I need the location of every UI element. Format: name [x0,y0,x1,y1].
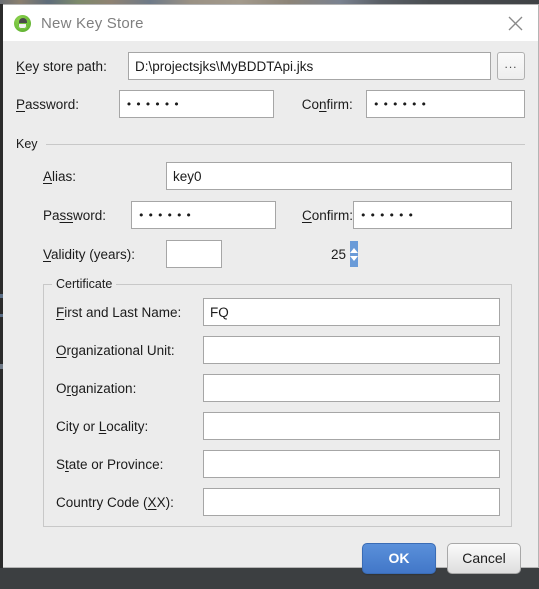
organization-row: Organization: [56,374,500,402]
key-group-header: Key [16,137,525,151]
state-or-province-row: State or Province: [56,450,500,478]
key-store-path-row: Key store path: ... [16,52,525,80]
key-group: Key Alias: Password: Confirm: Validity (… [16,137,525,268]
close-icon[interactable] [492,5,538,41]
organization-label: Organization: [56,380,137,396]
city-or-locality-input[interactable] [203,412,500,440]
validity-stepper[interactable] [166,240,358,268]
key-store-path-input[interactable] [128,52,491,80]
key-alias-input[interactable] [166,162,512,190]
first-and-last-name-label: First and Last Name: [56,304,182,320]
cancel-button[interactable]: Cancel [447,542,521,574]
key-validity-row: Validity (years): [43,240,525,268]
dialog-footer: OK Cancel [3,527,538,589]
certificate-group-title: Certificate [52,277,117,291]
country-code-label: Country Code (XX): [56,494,174,510]
state-or-province-input[interactable] [203,450,500,478]
key-password-row: Password: Confirm: [43,201,525,229]
city-or-locality-row: City or Locality: [56,412,500,440]
key-confirm-input[interactable] [353,201,512,229]
key-group-fields: Alias: Password: Confirm: Validity (year… [16,151,525,268]
organizational-unit-row: Organizational Unit: [56,336,500,364]
dialog-title: New Key Store [41,14,144,32]
key-alias-label: Alias: [43,168,77,184]
new-key-store-dialog: New Key Store Key store path: ... Passwo… [3,4,539,574]
key-store-path-label: Key store path: [16,58,107,74]
validity-stepper-buttons[interactable] [350,241,358,267]
chevron-up-icon[interactable] [350,247,358,253]
certificate-group: Certificate First and Last Name: Organiza… [43,277,512,527]
dialog-content: Key store path: ... Password: Confirm: K… [3,41,538,527]
dialog-titlebar: New Key Store [3,5,538,41]
state-or-province-label: State or Province: [56,456,164,472]
key-store-confirm-input[interactable] [366,90,525,118]
city-or-locality-label: City or Locality: [56,418,149,434]
browse-button[interactable]: ... [497,52,525,80]
key-confirm-label: Confirm: [301,207,353,223]
first-and-last-name-input[interactable] [203,298,500,326]
key-validity-label: Validity (years): [43,246,136,262]
key-group-divider [45,143,525,145]
ok-button[interactable]: OK [362,542,436,574]
key-store-password-label: Password: [16,96,80,112]
organizational-unit-input[interactable] [203,336,500,364]
certificate-fields: First and Last Name: Organizational Unit:… [44,285,511,516]
key-store-password-input[interactable] [118,90,274,118]
key-store-confirm-label: Confirm: [301,96,353,112]
chevron-down-icon[interactable] [350,255,358,261]
country-code-input[interactable] [203,488,500,516]
key-store-password-row: Password: Confirm: [16,90,525,118]
organization-input[interactable] [203,374,500,402]
first-and-last-name-row: First and Last Name: [56,298,500,326]
organizational-unit-label: Organizational Unit: [56,342,175,358]
android-studio-icon [14,14,31,32]
key-alias-row: Alias: [43,162,525,190]
key-password-input[interactable] [130,201,276,229]
validity-input[interactable] [167,241,350,267]
key-password-label: Password: [43,207,107,223]
key-group-title: Key [16,137,38,151]
country-code-row: Country Code (XX): [56,488,500,516]
